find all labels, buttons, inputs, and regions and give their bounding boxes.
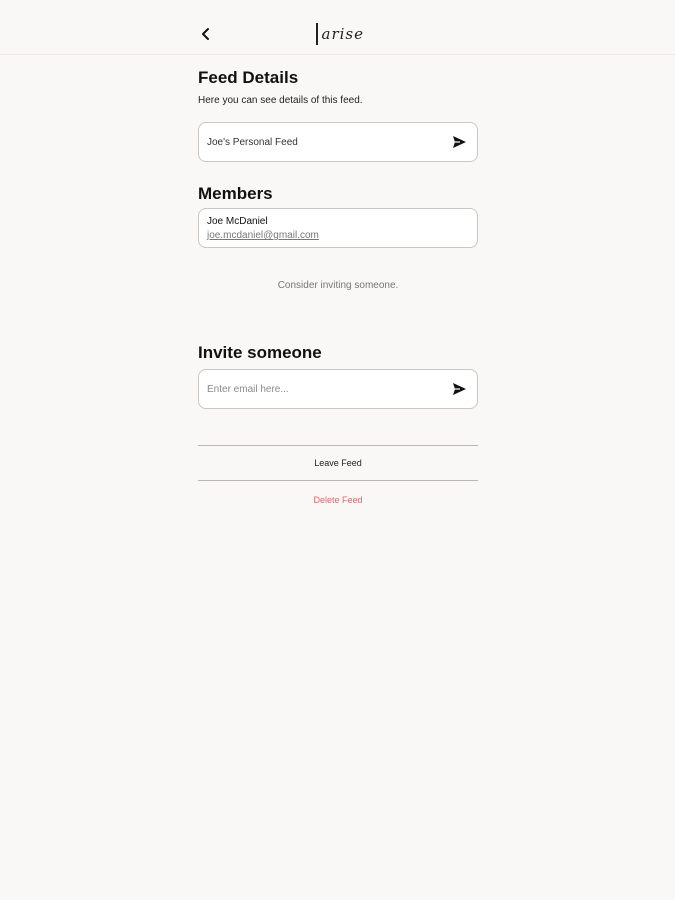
back-button[interactable] [196, 24, 216, 44]
delete-feed-button[interactable]: Delete Feed [198, 495, 478, 505]
logo-bar [316, 23, 318, 45]
feed-details-title: Feed Details [198, 68, 299, 87]
feed-name-send-button[interactable] [451, 134, 467, 150]
feed-details-subtitle: Here you can see details of this feed. [198, 95, 363, 106]
feed-name-value: Joe's Personal Feed [207, 136, 298, 148]
feed-name-field[interactable]: Joe's Personal Feed [198, 122, 478, 162]
chevron-left-icon [202, 28, 209, 40]
main-content: Feed Details Here you can see details of… [198, 66, 478, 505]
invite-hint: Consider inviting someone. [277, 280, 399, 291]
logo-text: arise [321, 25, 364, 43]
invite-email-field [198, 369, 478, 409]
send-icon [453, 383, 466, 395]
invite-send-button[interactable] [451, 381, 467, 397]
members-title: Members [198, 184, 273, 203]
member-email[interactable]: joe.mcdaniel@gmail.com [207, 229, 469, 243]
app-header: arise [0, 0, 675, 55]
app-logo: arise [316, 22, 364, 46]
member-name: Joe McDaniel [207, 216, 268, 227]
divider [198, 480, 478, 481]
invite-title: Invite someone [198, 343, 322, 362]
invite-email-input[interactable] [207, 383, 451, 395]
leave-feed-button[interactable]: Leave Feed [198, 458, 478, 468]
member-card: Joe McDaniel joe.mcdaniel@gmail.com [198, 208, 478, 248]
send-icon [453, 136, 466, 148]
divider [198, 445, 478, 446]
